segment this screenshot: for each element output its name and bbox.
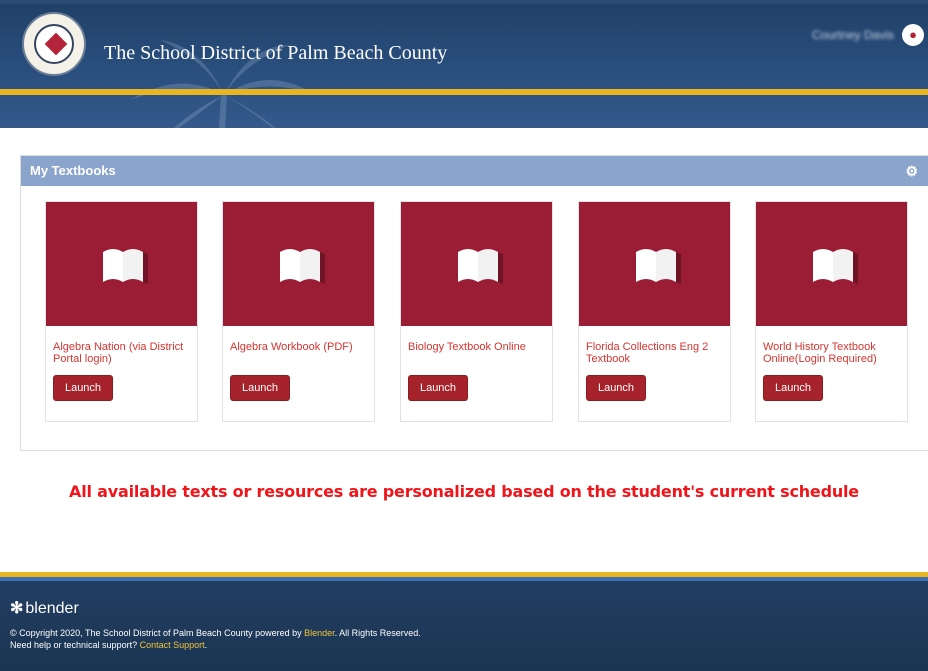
card-title[interactable]: Florida Collections Eng 2 Textbook <box>586 341 726 365</box>
textbook-card[interactable]: Florida Collections Eng 2 Textbook Launc… <box>578 201 731 422</box>
schedule-notice: All available texts or resources are per… <box>69 482 859 501</box>
site-footer: ✻ blender © Copyright 2020, The School Di… <box>0 572 928 671</box>
launch-button[interactable]: Launch <box>763 375 823 401</box>
card-title[interactable]: World History Textbook Online(Login Requ… <box>763 341 903 365</box>
blender-logo-text: blender <box>25 600 79 617</box>
textbook-card[interactable]: Biology Textbook Online Launch <box>400 201 553 422</box>
open-book-icon <box>813 249 858 284</box>
blender-link[interactable]: Blender <box>304 628 335 638</box>
open-book-icon <box>103 249 148 284</box>
header-top-border <box>0 0 928 4</box>
contact-support-link[interactable]: Contact Support <box>140 640 205 650</box>
blender-logo-icon: ✻ <box>10 600 24 617</box>
site-title: The School District of Palm Beach County <box>104 42 448 64</box>
blender-logo[interactable]: ✻ blender <box>10 598 79 618</box>
card-title[interactable]: Algebra Nation (via District Portal logi… <box>53 341 193 365</box>
help-prefix: Need help or technical support? <box>10 640 138 650</box>
copyright-suffix: . All Rights Reserved. <box>334 628 421 638</box>
open-book-icon <box>458 249 503 284</box>
card-image[interactable] <box>579 202 730 326</box>
launch-button[interactable]: Launch <box>53 375 113 401</box>
launch-button[interactable]: Launch <box>230 375 290 401</box>
header-gold-stripe <box>0 89 928 95</box>
district-logo[interactable] <box>22 12 86 76</box>
card-image[interactable] <box>401 202 552 326</box>
card-title[interactable]: Biology Textbook Online <box>408 341 548 353</box>
panel-header: My Textbooks ⚙ <box>21 156 928 186</box>
footer-copyright: © Copyright 2020, The School District of… <box>10 627 421 651</box>
card-image[interactable] <box>756 202 907 326</box>
card-image[interactable] <box>46 202 197 326</box>
gear-icon[interactable]: ⚙ <box>905 156 918 186</box>
panel-title: My Textbooks <box>30 163 116 178</box>
footer-blue-stripe <box>0 577 928 581</box>
card-title[interactable]: Algebra Workbook (PDF) <box>230 341 370 353</box>
open-book-icon <box>636 249 681 284</box>
user-name[interactable]: Courtney Davis <box>812 28 894 42</box>
textbook-card[interactable]: Algebra Workbook (PDF) Launch <box>222 201 375 422</box>
open-book-icon <box>280 249 325 284</box>
launch-button[interactable]: Launch <box>408 375 468 401</box>
copyright-prefix: © Copyright 2020, The School District of… <box>10 628 302 638</box>
textbook-card[interactable]: Algebra Nation (via District Portal logi… <box>45 201 198 422</box>
launch-button[interactable]: Launch <box>586 375 646 401</box>
card-image[interactable] <box>223 202 374 326</box>
site-header: The School District of Palm Beach County… <box>0 0 928 128</box>
logo-seal-icon <box>34 24 74 64</box>
logo-diamond-icon <box>44 32 68 56</box>
textbooks-panel: My Textbooks ⚙ Algebra Nation (via Distr… <box>20 155 928 451</box>
textbook-card[interactable]: World History Textbook Online(Login Requ… <box>755 201 908 422</box>
help-suffix: . <box>204 640 208 650</box>
user-icon[interactable]: ● <box>902 24 924 46</box>
